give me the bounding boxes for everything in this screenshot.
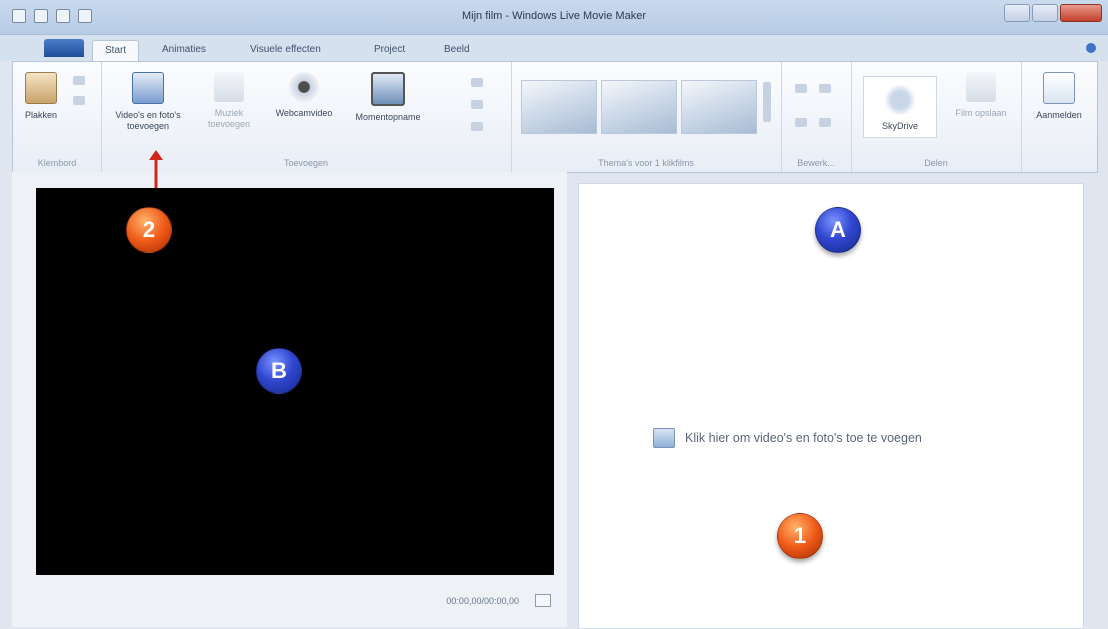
webcam-icon [289,72,319,102]
window-title: Mijn film - Windows Live Movie Maker [462,10,646,22]
copy-icon[interactable] [73,96,85,105]
tab-project[interactable]: Project [362,40,417,61]
clipboard-group: Plakken Klembord [13,62,102,172]
edit-group: Bewerk... [781,62,852,172]
group-label-share: Delen [924,158,948,168]
snapshot-icon [371,72,405,106]
themes-group: Thema's voor 1 klikfilms [511,62,782,172]
timecode: 00:00,00/00:00,00 [446,596,519,606]
gallery-scroll-icon[interactable] [763,82,771,122]
sign-in-button[interactable]: Aanmelden [1027,72,1091,121]
tab-start[interactable]: Start [92,40,140,62]
theme-thumbnail-3[interactable] [681,80,757,134]
add-video-photo-button[interactable]: Video's en foto's toevoegen [113,72,183,132]
group-label-edit: Bewerk... [797,158,835,168]
webcam-video-button[interactable]: Webcamvideo [269,72,339,119]
select-all-icon[interactable] [795,118,807,127]
paste-button[interactable]: Plakken [21,72,61,121]
music-note-icon [214,72,244,102]
group-label-themes: Thema's voor 1 klikfilms [598,158,694,168]
fullscreen-icon[interactable] [535,594,551,607]
save-movie-icon [966,72,996,102]
ribbon-tab-row: Start Animaties Visuele effecten Project… [0,35,1108,62]
rotate-left-icon[interactable] [795,84,807,93]
preview-panel: 00:00,00/00:00,00 [12,172,567,627]
callout-1: 1 [777,513,823,559]
title-icon[interactable] [471,78,483,87]
window-controls [1004,4,1102,22]
tab-visual-effects[interactable]: Visuele effecten [238,40,333,61]
snapshot-button[interactable]: Momentopname [349,72,427,123]
callout-a: A [815,207,861,253]
callout-arrow [149,150,163,188]
ribbon: Plakken Klembord Video's en foto's toevo… [12,61,1098,173]
title-bar: Mijn film - Windows Live Movie Maker [0,0,1108,35]
theme-thumbnail-1[interactable] [521,80,597,134]
skydrive-button[interactable]: SkyDrive [863,76,937,138]
user-icon [1043,72,1075,104]
cut-icon[interactable] [73,76,85,85]
rotate-right-icon[interactable] [819,84,831,93]
caption-icon[interactable] [471,100,483,109]
add-music-button[interactable]: Muziek toevoegen [199,72,259,130]
callout-2: 2 [126,207,172,253]
cloud-icon [885,85,915,115]
tab-view[interactable]: Beeld [432,40,482,61]
film-photo-icon [132,72,164,104]
group-label-clipboard: Klembord [37,158,77,168]
minimize-button[interactable] [1004,4,1030,22]
theme-thumbnail-2[interactable] [601,80,677,134]
maximize-button[interactable] [1032,4,1058,22]
tab-animations[interactable]: Animaties [150,40,218,61]
share-group: SkyDrive Film opslaan Delen [851,62,1022,172]
clipboard-icon [25,72,57,104]
add-media-text: Klik hier om video's en foto's toe te vo… [685,431,922,445]
trim-icon[interactable] [819,118,831,127]
save-movie-button[interactable]: Film opslaan [951,72,1011,119]
film-photo-icon [653,428,675,448]
close-button[interactable] [1060,4,1102,22]
credits-icon[interactable] [471,122,483,131]
help-icon[interactable] [1086,43,1096,53]
add-media-link[interactable]: Klik hier om video's en foto's toe te vo… [653,428,922,448]
callout-b: B [256,348,302,394]
app-menu-button[interactable] [44,39,84,57]
